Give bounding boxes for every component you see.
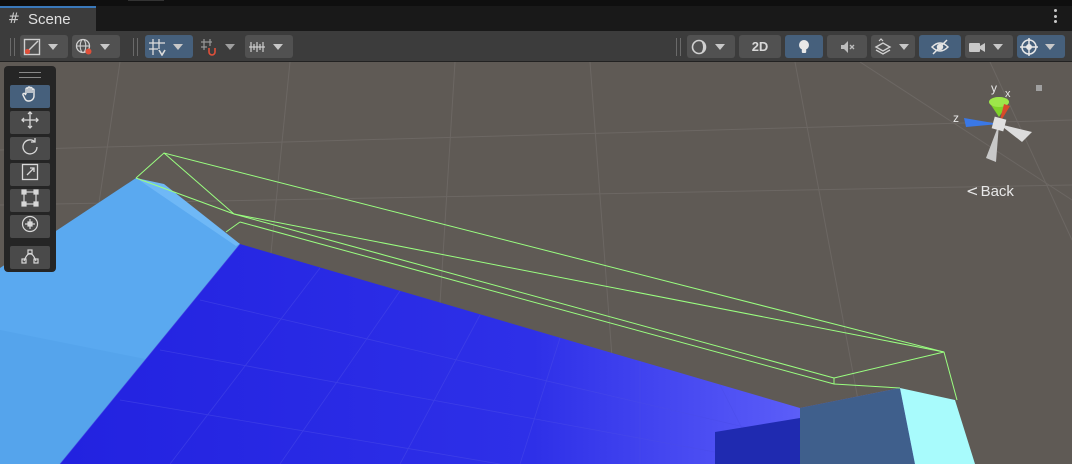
draw-mode-dropdown-icon[interactable] xyxy=(44,35,62,58)
scene-visibility-button[interactable] xyxy=(919,35,961,58)
effects-dropdown-icon[interactable] xyxy=(895,35,913,58)
tab-scene[interactable]: # Scene xyxy=(0,6,96,31)
speaker-muted-icon xyxy=(835,35,859,58)
gizmo-lock-icon[interactable] xyxy=(1036,85,1042,91)
gizmo-center-cube[interactable] xyxy=(991,116,1007,132)
grid-snap-icon xyxy=(145,35,169,58)
rotate-tool-button[interactable] xyxy=(10,137,50,160)
transform-icon xyxy=(21,215,39,238)
back-view-button[interactable]: < Back xyxy=(966,182,1014,200)
snap-magnet-icon xyxy=(197,35,221,58)
toggle-2d-button[interactable]: 2D xyxy=(739,35,781,58)
draw-mode-button[interactable] xyxy=(20,35,68,58)
toolbar-grip[interactable] xyxy=(10,38,15,56)
chevron-left-icon: < xyxy=(966,182,979,200)
shaded-sphere-icon xyxy=(687,35,711,58)
grid-visibility-button[interactable] xyxy=(245,35,293,58)
shading-mode-dropdown-icon[interactable] xyxy=(711,35,729,58)
tab-bar: # Scene xyxy=(0,0,1072,31)
draw-mode-icon xyxy=(20,35,44,58)
axis-label-z: z xyxy=(953,111,959,125)
custom-tool-button[interactable] xyxy=(10,246,50,269)
grid-visibility-dropdown-icon[interactable] xyxy=(269,35,287,58)
ruler-grid-icon xyxy=(245,35,269,58)
overlay-drag-handle[interactable] xyxy=(19,72,41,78)
grid-snapping-dropdown-icon[interactable] xyxy=(169,35,187,58)
gizmos-button[interactable] xyxy=(1017,35,1065,58)
toolbar-grip[interactable] xyxy=(133,38,138,56)
top-strip xyxy=(0,0,1072,6)
lightbulb-icon xyxy=(792,35,816,58)
eye-hidden-icon xyxy=(928,35,952,58)
scene-viewport[interactable]: y x z < Back xyxy=(0,62,1072,464)
toggle-2d-label: 2D xyxy=(751,39,769,54)
shading-mode-button[interactable] xyxy=(687,35,735,58)
render-mode-button[interactable] xyxy=(72,35,120,58)
globe-icon xyxy=(72,35,96,58)
layers-effects-icon xyxy=(871,35,895,58)
gizmo-orbit-icon xyxy=(1017,35,1041,58)
scale-tool-button[interactable] xyxy=(10,163,50,186)
rect-tool-button[interactable] xyxy=(10,189,50,212)
axis-neg-y-cone[interactable] xyxy=(986,124,999,162)
rect-transform-icon xyxy=(21,189,39,212)
scene-render[interactable] xyxy=(0,62,1072,464)
tab-scene-label: Scene xyxy=(28,11,71,28)
incremental-snap-dropdown-icon[interactable] xyxy=(221,35,239,58)
tools-overlay xyxy=(4,66,56,272)
gizmos-dropdown-icon[interactable] xyxy=(1041,35,1059,58)
camera-settings-button[interactable] xyxy=(965,35,1013,58)
scene-toolbar: 2D xyxy=(0,31,1072,62)
video-camera-icon xyxy=(965,35,989,58)
hash-icon: # xyxy=(8,11,20,27)
transform-tool-button[interactable] xyxy=(10,215,50,238)
scale-icon xyxy=(21,163,39,186)
axis-label-x: x xyxy=(1005,88,1011,100)
top-strip-handle xyxy=(128,0,164,1)
path-nodes-icon xyxy=(21,246,39,269)
grid-snapping-button[interactable] xyxy=(145,35,193,58)
toolbar-grip[interactable] xyxy=(676,38,681,56)
more-options-icon[interactable] xyxy=(1054,9,1058,23)
axis-label-y: y xyxy=(991,81,997,95)
scene-audio-button[interactable] xyxy=(827,35,867,58)
back-view-label: Back xyxy=(980,182,1014,200)
scene-lighting-button[interactable] xyxy=(785,35,823,58)
hand-icon xyxy=(21,85,39,108)
effects-button[interactable] xyxy=(871,35,915,58)
incremental-snap-button[interactable] xyxy=(197,35,241,58)
rotate-icon xyxy=(21,137,39,160)
move-arrows-icon xyxy=(21,111,39,134)
hand-tool-button[interactable] xyxy=(10,85,50,108)
render-mode-dropdown-icon[interactable] xyxy=(96,35,114,58)
camera-settings-dropdown-icon[interactable] xyxy=(989,35,1007,58)
move-tool-button[interactable] xyxy=(10,111,50,134)
